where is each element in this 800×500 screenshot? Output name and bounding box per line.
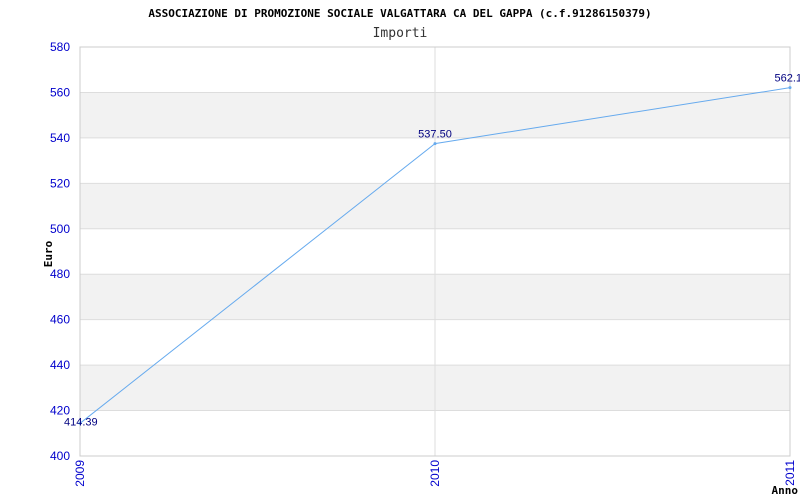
y-tick-label: 440 xyxy=(50,358,70,372)
y-tick-label: 500 xyxy=(50,222,70,236)
chart-subtitle: Importi xyxy=(373,26,428,41)
x-axis-label: Anno xyxy=(772,484,799,497)
y-tick-label: 560 xyxy=(50,85,70,99)
y-tick-label: 580 xyxy=(50,40,70,54)
x-tick-label: 2010 xyxy=(428,460,442,487)
chart-title: ASSOCIAZIONE DI PROMOZIONE SOCIALE VALGA… xyxy=(148,7,651,20)
line-chart: ASSOCIAZIONE DI PROMOZIONE SOCIALE VALGA… xyxy=(42,7,800,497)
data-label: 537.50 xyxy=(418,129,452,141)
data-point xyxy=(788,86,792,90)
y-tick-label: 400 xyxy=(50,449,70,463)
y-tick-label: 540 xyxy=(50,131,70,145)
x-tick-label: 2009 xyxy=(73,460,87,487)
y-axis-label: Euro xyxy=(42,240,55,267)
data-label: 414.39 xyxy=(64,416,98,428)
y-tick-label: 520 xyxy=(50,176,70,190)
y-tick-label: 460 xyxy=(50,313,70,327)
y-tick-label: 480 xyxy=(50,267,70,281)
data-point xyxy=(433,142,437,146)
data-label: 562.1 xyxy=(774,73,800,85)
x-axis-ticks: 2009 2010 2011 xyxy=(73,460,797,487)
x-tick-label: 2011 xyxy=(783,460,797,486)
